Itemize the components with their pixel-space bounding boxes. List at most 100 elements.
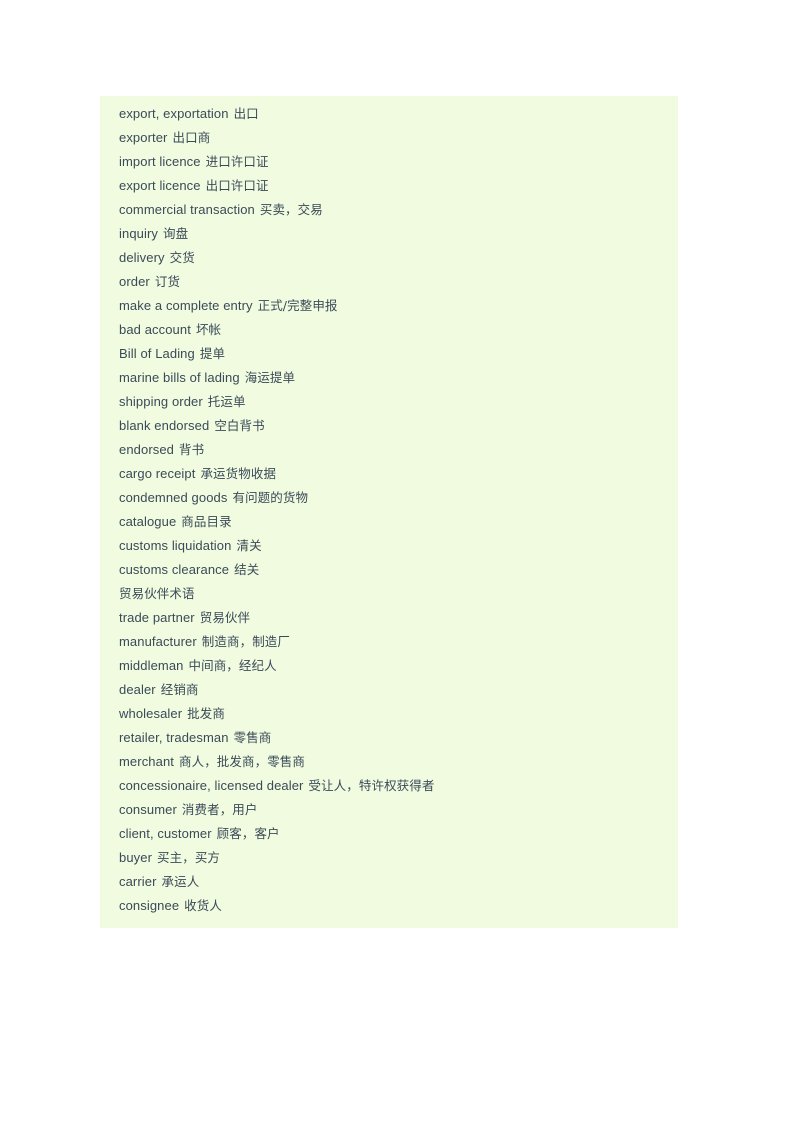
glossary-term-chinese: 结关 (234, 562, 260, 577)
glossary-term-english: condemned goods (119, 490, 228, 505)
glossary-term-english: delivery (119, 250, 165, 265)
glossary-term-english: marine bills of lading (119, 370, 240, 385)
glossary-term-chinese: 交货 (169, 250, 195, 265)
glossary-term-chinese: 坏帐 (195, 322, 222, 337)
glossary-term-row: export licence 出口许口证 (100, 174, 678, 198)
glossary-term-english: bad account (119, 322, 191, 337)
glossary-term-chinese: 出口许口证 (205, 178, 269, 193)
glossary-term-english: import licence (119, 154, 201, 169)
glossary-term-english: Bill of Lading (119, 346, 195, 361)
glossary-term-english: cargo receipt (119, 466, 196, 481)
glossary-term-english: trade partner (119, 610, 195, 625)
glossary-term-row: dealer 经销商 (100, 678, 678, 702)
glossary-term-row: export, exportation 出口 (100, 102, 678, 126)
glossary-term-english: make a complete entry (119, 298, 253, 313)
glossary-term-chinese: 零售商 (233, 730, 272, 745)
glossary-term-chinese: 中间商，经纪人 (188, 658, 277, 673)
glossary-term-chinese: 提单 (199, 346, 226, 361)
glossary-term-chinese: 贸易伙伴 (199, 610, 251, 625)
glossary-term-english: export, exportation (119, 106, 229, 121)
glossary-term-row: 贸易伙伴术语 (100, 582, 678, 606)
glossary-term-row: catalogue 商品目录 (100, 510, 678, 534)
document-page: export, exportation 出口 exporter 出口商 import l… (0, 0, 794, 1123)
glossary-term-english: wholesaler (119, 706, 183, 721)
glossary-term-english: merchant (119, 754, 174, 769)
glossary-term-row: order 订货 (100, 270, 678, 294)
glossary-content-block: export, exportation 出口 exporter 出口商 import l… (100, 96, 678, 928)
glossary-term-english: order (119, 274, 150, 289)
glossary-term-english: client, customer (119, 826, 212, 841)
glossary-term-chinese: 空白背书 (214, 418, 265, 433)
glossary-term-row: Bill of Lading 提单 (100, 342, 678, 366)
glossary-term-chinese: 订货 (154, 274, 181, 289)
glossary-term-chinese: 承运货物收据 (200, 466, 277, 481)
glossary-term-row: cargo receipt 承运货物收据 (100, 462, 678, 486)
glossary-term-row: carrier 承运人 (100, 870, 678, 894)
glossary-term-english: carrier (119, 874, 157, 889)
glossary-term-english: retailer, tradesman (119, 730, 229, 745)
glossary-term-english: consumer (119, 802, 177, 817)
glossary-term-row: commercial transaction 买卖，交易 (100, 198, 678, 222)
glossary-term-english: manufacturer (119, 634, 197, 649)
glossary-term-english: exporter (119, 130, 168, 145)
glossary-term-chinese: 承运人 (161, 874, 200, 889)
glossary-term-english: buyer (119, 850, 153, 865)
glossary-term-row: buyer 买主，买方 (100, 846, 678, 870)
glossary-term-chinese: 正式/完整申报 (257, 298, 338, 313)
glossary-term-chinese: 制造商，制造厂 (201, 634, 290, 649)
glossary-term-row: import licence 进口许口证 (100, 150, 678, 174)
glossary-term-chinese: 出口 (233, 106, 259, 121)
glossary-term-chinese: 海运提单 (244, 370, 296, 385)
glossary-term-english: commercial transaction (119, 202, 255, 217)
glossary-term-english: catalogue (119, 514, 177, 529)
glossary-term-list: export, exportation 出口 exporter 出口商 import l… (100, 102, 678, 918)
glossary-term-row: delivery 交货 (100, 246, 678, 270)
glossary-section-heading: 贸易伙伴术语 (119, 586, 195, 601)
glossary-term-english: export licence (119, 178, 201, 193)
glossary-term-row: make a complete entry 正式/完整申报 (100, 294, 678, 318)
glossary-term-row: inquiry 询盘 (100, 222, 678, 246)
glossary-term-row: condemned goods 有问题的货物 (100, 486, 678, 510)
glossary-term-chinese: 进口许口证 (205, 154, 269, 169)
glossary-term-english: consignee (119, 898, 180, 913)
glossary-term-row: endorsed 背书 (100, 438, 678, 462)
glossary-term-english: dealer (119, 682, 156, 697)
glossary-term-row: bad account 坏帐 (100, 318, 678, 342)
glossary-term-chinese: 出口商 (172, 130, 211, 145)
glossary-term-row: middleman 中间商，经纪人 (100, 654, 678, 678)
glossary-term-row: shipping order 托运单 (100, 390, 678, 414)
glossary-term-chinese: 买卖，交易 (259, 202, 323, 217)
glossary-term-chinese: 收货人 (184, 898, 222, 913)
glossary-term-row: manufacturer 制造商，制造厂 (100, 630, 678, 654)
glossary-term-chinese: 询盘 (163, 226, 189, 241)
glossary-term-chinese: 顾客，客户 (216, 826, 280, 841)
glossary-term-english: shipping order (119, 394, 203, 409)
glossary-term-row: consignee 收货人 (100, 894, 678, 918)
glossary-term-english: blank endorsed (119, 418, 210, 433)
glossary-term-chinese: 经销商 (160, 682, 199, 697)
glossary-term-row: trade partner 贸易伙伴 (100, 606, 678, 630)
glossary-term-chinese: 背书 (179, 442, 205, 457)
glossary-term-chinese: 有问题的货物 (232, 490, 309, 505)
glossary-term-row: marine bills of lading 海运提单 (100, 366, 678, 390)
glossary-term-english: inquiry (119, 226, 158, 241)
glossary-term-chinese: 买主，买方 (157, 850, 221, 865)
glossary-term-chinese: 商人，批发商，零售商 (179, 754, 306, 769)
glossary-term-chinese: 清关 (236, 538, 262, 553)
glossary-term-english: customs liquidation (119, 538, 232, 553)
glossary-term-row: client, customer 顾客，客户 (100, 822, 678, 846)
glossary-term-chinese: 托运单 (207, 394, 246, 409)
glossary-term-english: customs clearance (119, 562, 230, 577)
glossary-term-row: blank endorsed 空白背书 (100, 414, 678, 438)
glossary-term-english: concessionaire, licensed dealer (119, 778, 304, 793)
glossary-term-row: consumer 消费者，用户 (100, 798, 678, 822)
glossary-term-chinese: 受让人，特许权获得者 (308, 778, 435, 793)
glossary-term-english: middleman (119, 658, 184, 673)
glossary-term-row: customs liquidation 清关 (100, 534, 678, 558)
glossary-term-chinese: 批发商 (187, 706, 225, 721)
glossary-term-english: endorsed (119, 442, 175, 457)
glossary-term-chinese: 消费者，用户 (181, 802, 258, 817)
glossary-term-row: retailer, tradesman 零售商 (100, 726, 678, 750)
glossary-term-row: customs clearance 结关 (100, 558, 678, 582)
glossary-term-row: merchant 商人，批发商，零售商 (100, 750, 678, 774)
